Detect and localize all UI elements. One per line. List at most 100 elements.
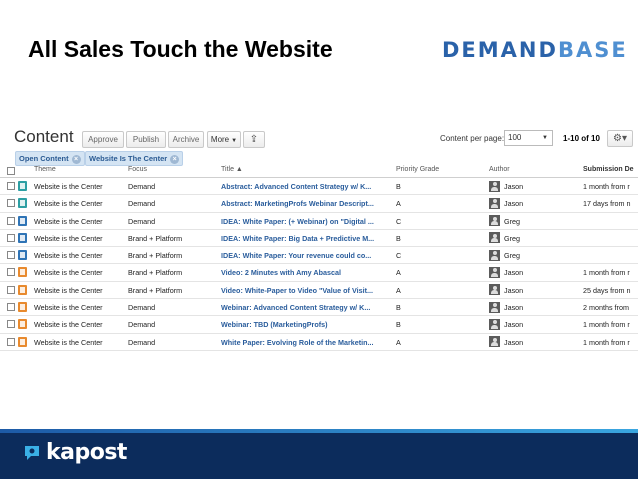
column-theme[interactable]: Theme	[34, 166, 56, 173]
table-row[interactable]: Website is the Center Brand + Platform Vid…	[0, 264, 638, 282]
row-checkbox[interactable]	[7, 337, 15, 346]
row-checkbox[interactable]	[7, 216, 15, 225]
more-button[interactable]: More ▼	[207, 131, 241, 148]
cell-author: Greg	[504, 233, 520, 243]
content-type-icon	[18, 250, 27, 261]
table-row[interactable]: Website is the Center Brand + Platform IDE…	[0, 230, 638, 248]
avatar	[489, 336, 500, 348]
cell-title[interactable]: Webinar: TBD (MarketingProfs)	[221, 320, 391, 329]
content-type-icon	[18, 232, 27, 243]
cell-title[interactable]: White Paper: Evolving Role of the Market…	[221, 338, 391, 347]
cell-focus: Demand	[128, 303, 156, 313]
cell-title[interactable]: Abstract: MarketingProfs Webinar Descrip…	[221, 199, 391, 208]
cell-submission-date: 1 month from r	[583, 320, 630, 330]
brand-light: BASE	[557, 38, 628, 62]
cell-submission-date: 17 days from n	[583, 199, 631, 209]
avatar	[489, 180, 500, 192]
table-row[interactable]: Website is the Center Brand + Platform Vid…	[0, 282, 638, 300]
cell-author: Greg	[504, 251, 520, 261]
cell-title[interactable]: IDEA: White Paper: Big Data + Predictive…	[221, 234, 391, 243]
row-checkbox[interactable]	[7, 199, 15, 208]
table-row[interactable]: Website is the Center Demand Abstract: Adv…	[0, 178, 638, 196]
column-priority-grade[interactable]: Priority Grade	[396, 166, 439, 173]
slide-title: All Sales Touch the Website	[28, 36, 333, 62]
content-type-icon	[18, 284, 27, 295]
cell-priority-grade: B	[396, 303, 401, 313]
brand-main: DEMAND	[442, 38, 558, 62]
content-app: Content Approve Publish Archive More ▼ ⇪ …	[0, 118, 638, 358]
table-row[interactable]: Website is the Center Demand White Paper: …	[0, 334, 638, 351]
content-table-body: Website is the Center Demand Abstract: Adv…	[0, 178, 638, 351]
row-checkbox[interactable]	[7, 268, 15, 277]
cell-theme: Website is the Center	[34, 216, 103, 226]
cell-title[interactable]: Abstract: Advanced Content Strategy w/ K…	[221, 182, 391, 191]
per-page-label: Content per page:	[440, 134, 505, 143]
cell-focus: Brand + Platform	[128, 233, 183, 243]
avatar	[489, 232, 500, 244]
content-type-icon	[18, 198, 27, 209]
cell-focus: Demand	[128, 320, 156, 330]
kapost-logo-icon	[25, 446, 39, 460]
cell-title[interactable]: Video: 2 Minutes with Amy Abascal	[221, 268, 391, 277]
cell-theme: Website is the Center	[34, 320, 103, 330]
column-author[interactable]: Author	[489, 166, 510, 173]
column-focus[interactable]: Focus	[128, 166, 147, 173]
cell-theme: Website is the Center	[34, 251, 103, 261]
approve-button[interactable]: Approve	[82, 131, 124, 148]
row-checkbox[interactable]	[7, 303, 15, 312]
cell-focus: Demand	[128, 182, 156, 191]
gear-icon[interactable]: ⚙▾	[607, 130, 633, 147]
cell-priority-grade: A	[396, 337, 401, 347]
row-checkbox[interactable]	[7, 182, 15, 190]
column-submission-date[interactable]: Submission De	[583, 166, 634, 173]
cell-author: Jason	[504, 268, 524, 278]
cell-submission-date: 1 month from r	[583, 268, 630, 278]
cell-theme: Website is the Center	[34, 303, 103, 313]
cell-priority-grade: C	[396, 251, 402, 261]
select-all-checkbox[interactable]	[7, 167, 15, 175]
table-row[interactable]: Website is the Center Demand Webinar: Adva…	[0, 299, 638, 317]
cell-author: Jason	[504, 320, 524, 330]
cell-title[interactable]: Video: White-Paper to Video "Value of Vi…	[221, 286, 391, 295]
cell-theme: Website is the Center	[34, 199, 103, 209]
cell-focus: Demand	[128, 216, 156, 226]
cell-priority-grade: A	[396, 199, 401, 209]
close-icon[interactable]: ×	[170, 154, 180, 164]
table-row[interactable]: Website is the Center Demand IDEA: White P…	[0, 213, 638, 230]
cell-theme: Website is the Center	[34, 233, 103, 243]
table-header: Theme Focus Title ▲ Priority Grade Autho…	[0, 164, 638, 178]
close-icon[interactable]: ×	[71, 154, 81, 164]
table-row[interactable]: Website is the Center Demand Abstract: Mar…	[0, 195, 638, 213]
row-checkbox[interactable]	[7, 233, 15, 242]
publish-button[interactable]: Publish	[126, 131, 166, 148]
column-title[interactable]: Title ▲	[221, 166, 243, 173]
per-page-select[interactable]: 100 ▼	[504, 130, 553, 146]
filter-label: Website Is The Center	[89, 154, 168, 163]
cell-focus: Brand + Platform	[128, 251, 183, 261]
cell-submission-date: 2 months from	[583, 303, 629, 313]
cell-author: Jason	[504, 337, 524, 347]
cell-focus: Brand + Platform	[128, 285, 183, 295]
cell-focus: Demand	[128, 337, 156, 347]
table-row[interactable]: Website is the Center Brand + Platform IDE…	[0, 247, 638, 265]
archive-button[interactable]: Archive	[168, 131, 204, 148]
per-page-value: 100	[508, 133, 522, 142]
cell-submission-date: 25 days from n	[583, 285, 631, 295]
cell-title[interactable]: Webinar: Advanced Content Strategy w/ K.…	[221, 303, 391, 312]
content-type-icon	[18, 181, 27, 191]
cell-author: Jason	[504, 199, 524, 209]
avatar	[489, 215, 500, 227]
avatar	[489, 249, 500, 261]
row-checkbox[interactable]	[7, 251, 15, 260]
export-icon[interactable]: ⇪	[243, 131, 265, 148]
cell-priority-grade: A	[396, 285, 401, 295]
row-checkbox[interactable]	[7, 285, 15, 294]
cell-priority-grade: B	[396, 182, 401, 191]
cell-theme: Website is the Center	[34, 268, 103, 278]
cell-title[interactable]: IDEA: White Paper: (+ Webinar) on "Digit…	[221, 217, 391, 226]
paging-info: 1-10 of 10	[563, 134, 600, 143]
row-checkbox[interactable]	[7, 320, 15, 329]
cell-theme: Website is the Center	[34, 285, 103, 295]
table-row[interactable]: Website is the Center Demand Webinar: TBD …	[0, 316, 638, 334]
cell-title[interactable]: IDEA: White Paper: Your revenue could co…	[221, 251, 391, 260]
